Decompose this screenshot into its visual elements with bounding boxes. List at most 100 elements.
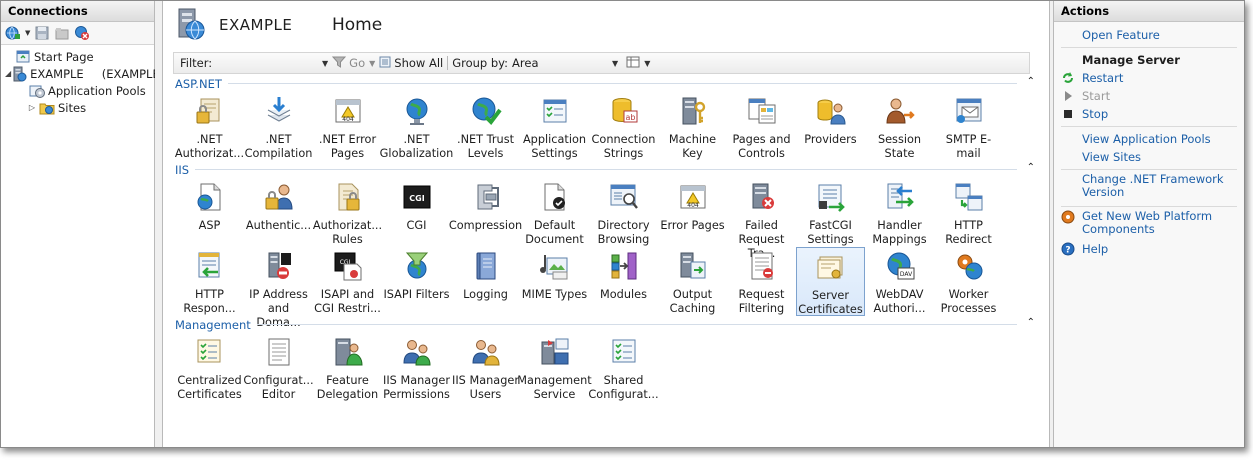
filter-input[interactable] xyxy=(218,55,318,71)
tree-node-server[interactable]: ◢ EXAMPLE (EXAMPLE xyxy=(1,65,160,82)
group-by-select[interactable]: Area xyxy=(508,55,608,71)
go-funnel-icon[interactable] xyxy=(332,56,347,71)
filter-dropdown-icon[interactable]: ▼ xyxy=(322,59,328,68)
feature-tile[interactable]: IIS Manager Permissions xyxy=(382,333,451,402)
collapse-caret-icon[interactable]: ⌃ xyxy=(1027,162,1035,173)
feature-label-line1: .NET xyxy=(265,133,292,146)
feature-tile[interactable]: CGI CGI xyxy=(382,178,451,247)
feature-label-line2: Caching xyxy=(669,302,716,315)
feature-tile[interactable]: Authorizat... Rules xyxy=(313,178,382,247)
feature-tile[interactable]: Authentic... xyxy=(244,178,313,247)
action-label-line1: View Sites xyxy=(1082,150,1142,164)
feature-tile[interactable]: FailedRequest Tra... xyxy=(727,178,796,260)
go-button[interactable]: Go xyxy=(349,56,365,70)
action-label: Change .NET Framework Version xyxy=(1082,173,1224,199)
feature-tile[interactable]: 404 .NET Error Pages xyxy=(313,92,382,161)
action-help[interactable]: ? Help xyxy=(1054,240,1244,258)
feature-label-line2: Authori... xyxy=(873,302,926,315)
feature-tile[interactable]: .NET Compilation xyxy=(244,92,313,161)
connect-globe-icon[interactable] xyxy=(5,25,21,41)
action-start[interactable]: Start xyxy=(1054,87,1244,105)
group-header-2[interactable]: Management ⌃ xyxy=(175,316,1035,333)
feature-tile[interactable]: MIME Types xyxy=(520,247,589,316)
show-all-button[interactable]: Show All xyxy=(394,56,443,70)
http-response-icon xyxy=(194,250,226,288)
feature-tile[interactable]: Pages and Controls xyxy=(727,92,796,161)
tree-node-app-pools[interactable]: Application Pools xyxy=(1,82,154,99)
feature-tile[interactable]: .NET Globalization xyxy=(380,92,453,161)
feature-tile[interactable]: Modules xyxy=(589,247,658,316)
view-mode-dropdown-icon[interactable]: ▼ xyxy=(644,59,650,68)
feature-label-line2: Service xyxy=(533,388,576,401)
feature-tile[interactable]: FastCGI Settings xyxy=(796,178,865,247)
actions-divider xyxy=(1061,206,1237,207)
feature-tile[interactable]: Compression xyxy=(449,178,522,247)
feature-tile[interactable]: Output Caching xyxy=(658,247,727,316)
feature-tile[interactable]: Handler Mappings xyxy=(865,178,934,247)
action-label: Manage Server xyxy=(1082,53,1180,67)
feature-tile[interactable]: SMTP E-mail xyxy=(934,92,1003,161)
feature-label-line1: Request xyxy=(738,288,785,301)
feature-tile[interactable]: .NET Authorizat... xyxy=(175,92,244,161)
feature-tile[interactable]: Machine Key xyxy=(658,92,727,161)
group-by-dropdown-icon[interactable]: ▼ xyxy=(612,59,618,68)
feature-tile[interactable]: Session State xyxy=(865,92,934,161)
feature-tile[interactable]: Configurat... Editor xyxy=(243,333,314,402)
feature-label-line1: Modules xyxy=(600,288,647,301)
feature-tile[interactable]: ASP xyxy=(175,178,244,247)
feature-label-line1: Worker xyxy=(948,288,989,301)
splitter-left[interactable] xyxy=(155,1,162,447)
feature-tile[interactable]: CGI ISAPI and CGI Restri... xyxy=(313,247,382,316)
feature-tile[interactable]: Shared Configurat... xyxy=(588,333,659,402)
feature-tile[interactable]: Feature Delegation xyxy=(313,333,382,402)
feature-tile[interactable]: Application Settings xyxy=(520,92,589,161)
action-restart[interactable]: Restart xyxy=(1054,69,1244,87)
up-folder-icon[interactable] xyxy=(54,25,70,41)
feature-tile[interactable]: IP Address and Doma... xyxy=(244,247,313,329)
disconnect-icon[interactable] xyxy=(74,25,90,41)
go-dropdown-icon[interactable]: ▼ xyxy=(369,59,375,68)
connect-dropdown-icon[interactable]: ▼ xyxy=(25,29,30,37)
server-key-icon xyxy=(677,95,709,133)
feature-tile[interactable]: Management Service xyxy=(517,333,592,402)
feature-label-line1: Providers xyxy=(804,133,857,146)
feature-tile[interactable]: Request Filtering xyxy=(727,247,796,316)
group-header-1[interactable]: IIS ⌃ xyxy=(175,161,1035,178)
show-all-icon[interactable] xyxy=(379,56,391,71)
feature-tile[interactable]: 404 Error Pages xyxy=(658,178,727,247)
action-open-feature[interactable]: Open Feature xyxy=(1054,26,1244,44)
action-view-application-pools[interactable]: View Application Pools xyxy=(1054,130,1244,148)
feature-label-line1: .NET Trust xyxy=(456,133,515,146)
svg-text:404: 404 xyxy=(687,202,699,209)
view-mode-icon[interactable] xyxy=(626,56,640,71)
feature-tile[interactable]: HTTP Redirect xyxy=(934,178,1003,247)
feature-tile[interactable]: DAV WebDAV Authori... xyxy=(865,247,934,316)
expand-arrow-icon[interactable]: ▷ xyxy=(27,103,37,112)
feature-tile[interactable]: Default Document xyxy=(520,178,589,247)
feature-label-line1: IP Address xyxy=(249,288,308,301)
feature-tile[interactable]: .NET Trust Levels xyxy=(451,92,520,161)
action-stop[interactable]: Stop xyxy=(1054,105,1244,123)
feature-tile[interactable]: ab Connection Strings xyxy=(589,92,658,161)
collapse-caret-icon[interactable]: ⌃ xyxy=(1027,317,1035,328)
feature-tile[interactable]: ISAPI Filters xyxy=(382,247,451,316)
action-label: Open Feature xyxy=(1082,28,1160,42)
feature-label-line2: Certificates xyxy=(798,303,863,316)
feature-tile[interactable]: Centralized Certificates xyxy=(175,333,244,402)
collapse-caret-icon[interactable]: ⌃ xyxy=(1027,76,1035,87)
action-get-new-web-platform[interactable]: Get New Web Platform Components xyxy=(1054,210,1244,240)
save-icon[interactable] xyxy=(34,25,50,41)
feature-tile[interactable]: Worker Processes xyxy=(934,247,1003,316)
tree-node-sites[interactable]: ▷ Sites xyxy=(1,99,154,116)
feature-tile[interactable]: IIS Manager Users xyxy=(451,333,520,402)
action-change-net-framework[interactable]: Change .NET Framework Version xyxy=(1054,173,1244,203)
feature-label-line2: Delegation xyxy=(316,388,379,401)
feature-tile[interactable]: HTTP Respon... xyxy=(175,247,244,316)
feature-tile[interactable]: Providers xyxy=(796,92,865,161)
action-view-sites[interactable]: View Sites xyxy=(1054,148,1244,166)
feature-tile[interactable]: Logging xyxy=(451,247,520,316)
group-header-0[interactable]: ASP.NET ⌃ xyxy=(175,75,1035,92)
tree-node-start-page[interactable]: Start Page xyxy=(1,48,154,65)
feature-tile[interactable]: Directory Browsing xyxy=(589,178,658,247)
feature-tile[interactable]: Server Certificates xyxy=(796,247,865,316)
